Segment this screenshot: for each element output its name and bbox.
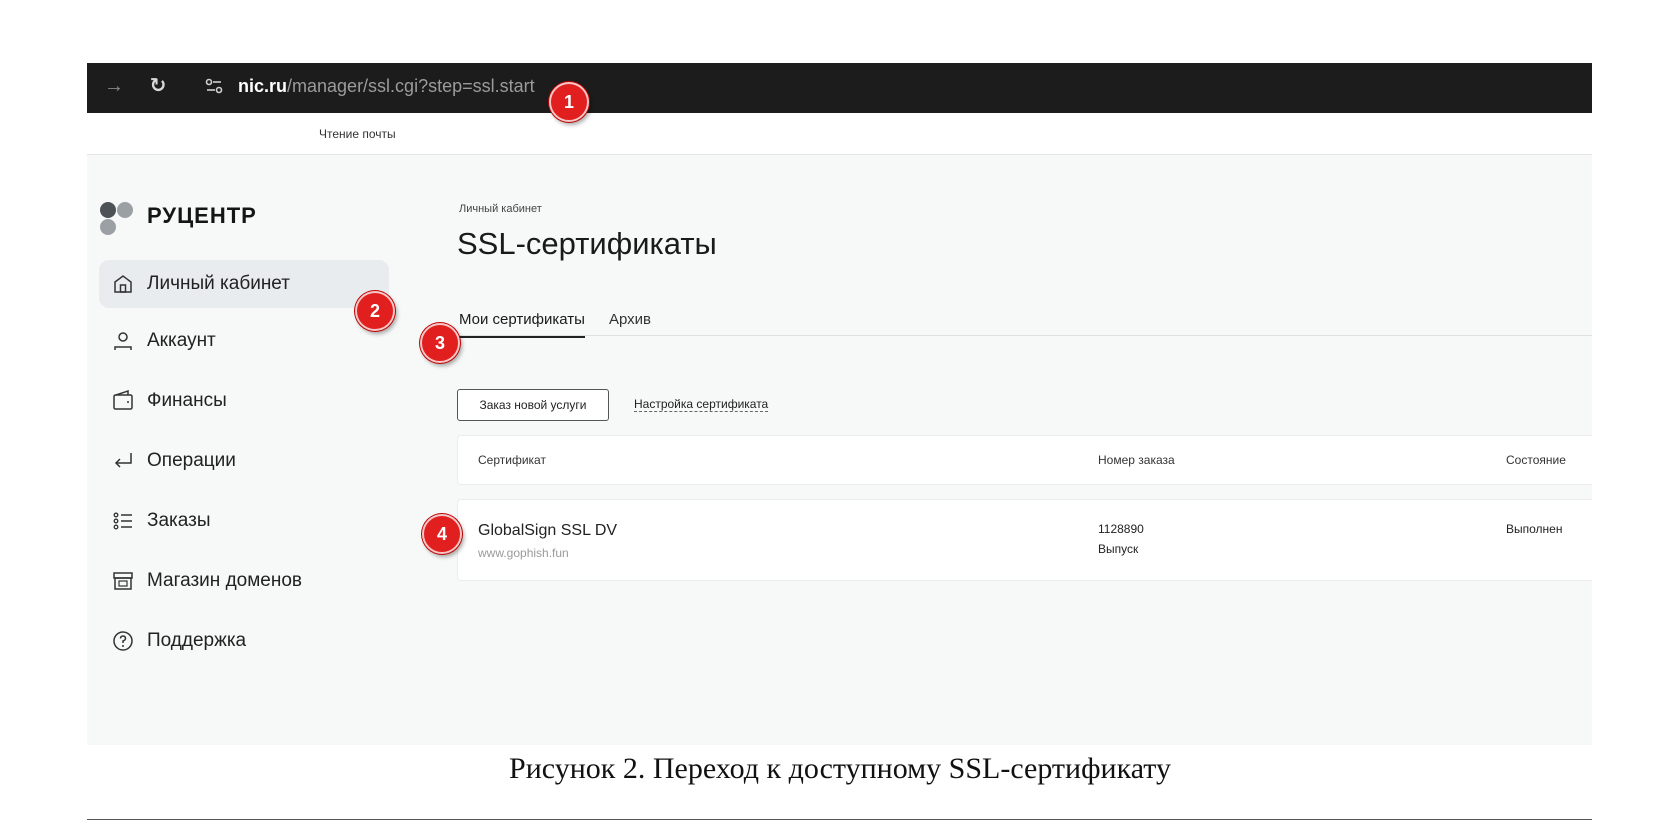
page-title: SSL-сертификаты [457, 226, 717, 261]
certificate-domain: www.gophish.fun [478, 546, 569, 560]
certificate-setup-link[interactable]: Настройка сертификата [634, 397, 769, 412]
brand-name: РУЦЕНТР [147, 203, 257, 228]
forward-arrow-icon[interactable]: → [101, 73, 127, 99]
breadcrumb[interactable]: Личный кабинет [459, 203, 542, 215]
callout-marker-2: 2 [355, 291, 395, 331]
table-header: Сертификат Номер заказа Состояние [457, 435, 1592, 485]
screenshot-frame: → ↻ nic.ru/manager/ssl.cgi?step=ssl.star… [87, 63, 1592, 745]
column-header-order-number: Номер заказа [1098, 453, 1175, 467]
browser-toolbar: → ↻ nic.ru/manager/ssl.cgi?step=ssl.star… [87, 63, 1592, 113]
tab-my-certificates[interactable]: Мои сертификаты [459, 311, 585, 338]
sidebar-item-label: Финансы [147, 390, 227, 411]
home-icon [114, 275, 132, 293]
order-status: Выполнен [1506, 522, 1563, 536]
sidebar-item-label: Поддержка [147, 630, 247, 651]
order-number: 1128890 [1098, 522, 1144, 536]
callout-marker-1: 1 [549, 82, 589, 122]
callout-marker-3: 3 [420, 323, 460, 363]
brand-logo[interactable]: РУЦЕНТР [99, 201, 299, 245]
sidebar-item-label: Магазин доменов [147, 570, 303, 591]
divider [87, 819, 1592, 820]
sidebar-item-label: Операции [147, 450, 236, 471]
site-settings-icon[interactable] [201, 75, 227, 97]
column-header-certificate: Сертификат [478, 453, 546, 467]
table-row[interactable]: GlobalSign SSL DV www.gophish.fun 112889… [457, 499, 1592, 581]
sidebar-item-domain-shop[interactable]: Магазин доменов [99, 557, 389, 605]
sidebar-item-cabinet[interactable]: Личный кабинет [99, 260, 389, 308]
callout-marker-4: 4 [422, 514, 462, 554]
url-text[interactable]: nic.ru/manager/ssl.cgi?step=ssl.start [238, 75, 535, 97]
sidebar-item-label: Аккаунт [147, 330, 216, 351]
bookmark-mail[interactable]: Чтение почты [319, 127, 396, 141]
order-type: Выпуск [1098, 542, 1139, 556]
sidebar-item-orders[interactable]: Заказы [99, 497, 389, 545]
sidebar-item-support[interactable]: Поддержка [99, 617, 389, 665]
wallet-icon [113, 389, 133, 410]
sidebar-item-account[interactable]: Аккаунт [99, 317, 389, 365]
help-circle-icon [113, 631, 133, 651]
url-path: /manager/ssl.cgi?step=ssl.start [287, 76, 535, 96]
column-header-status: Состояние [1506, 453, 1566, 467]
user-icon [114, 332, 132, 350]
reload-icon[interactable]: ↻ [145, 73, 171, 99]
address-bar[interactable]: nic.ru/manager/ssl.cgi?step=ssl.start [195, 71, 755, 101]
sidebar-item-finance[interactable]: Финансы [99, 377, 389, 425]
tabs-bar: Мои сертификаты Архив [459, 300, 1592, 338]
list-icon [113, 512, 132, 530]
order-new-service-button[interactable]: Заказ новой услуги [457, 389, 609, 421]
bookmarks-bar: Чтение почты [87, 113, 1592, 155]
shop-icon [113, 572, 133, 590]
sidebar-item-label: Заказы [147, 510, 211, 531]
return-arrow-icon [114, 453, 132, 468]
tab-archive[interactable]: Архив [609, 311, 651, 328]
certificate-name[interactable]: GlobalSign SSL DV [478, 522, 617, 540]
sidebar-item-label: Личный кабинет [147, 273, 290, 294]
sidebar-item-operations[interactable]: Операции [99, 437, 389, 485]
logo-dots-icon [100, 202, 133, 235]
url-host: nic.ru [238, 76, 288, 96]
figure-caption: Рисунок 2. Переход к доступному SSL-серт… [509, 752, 1171, 785]
